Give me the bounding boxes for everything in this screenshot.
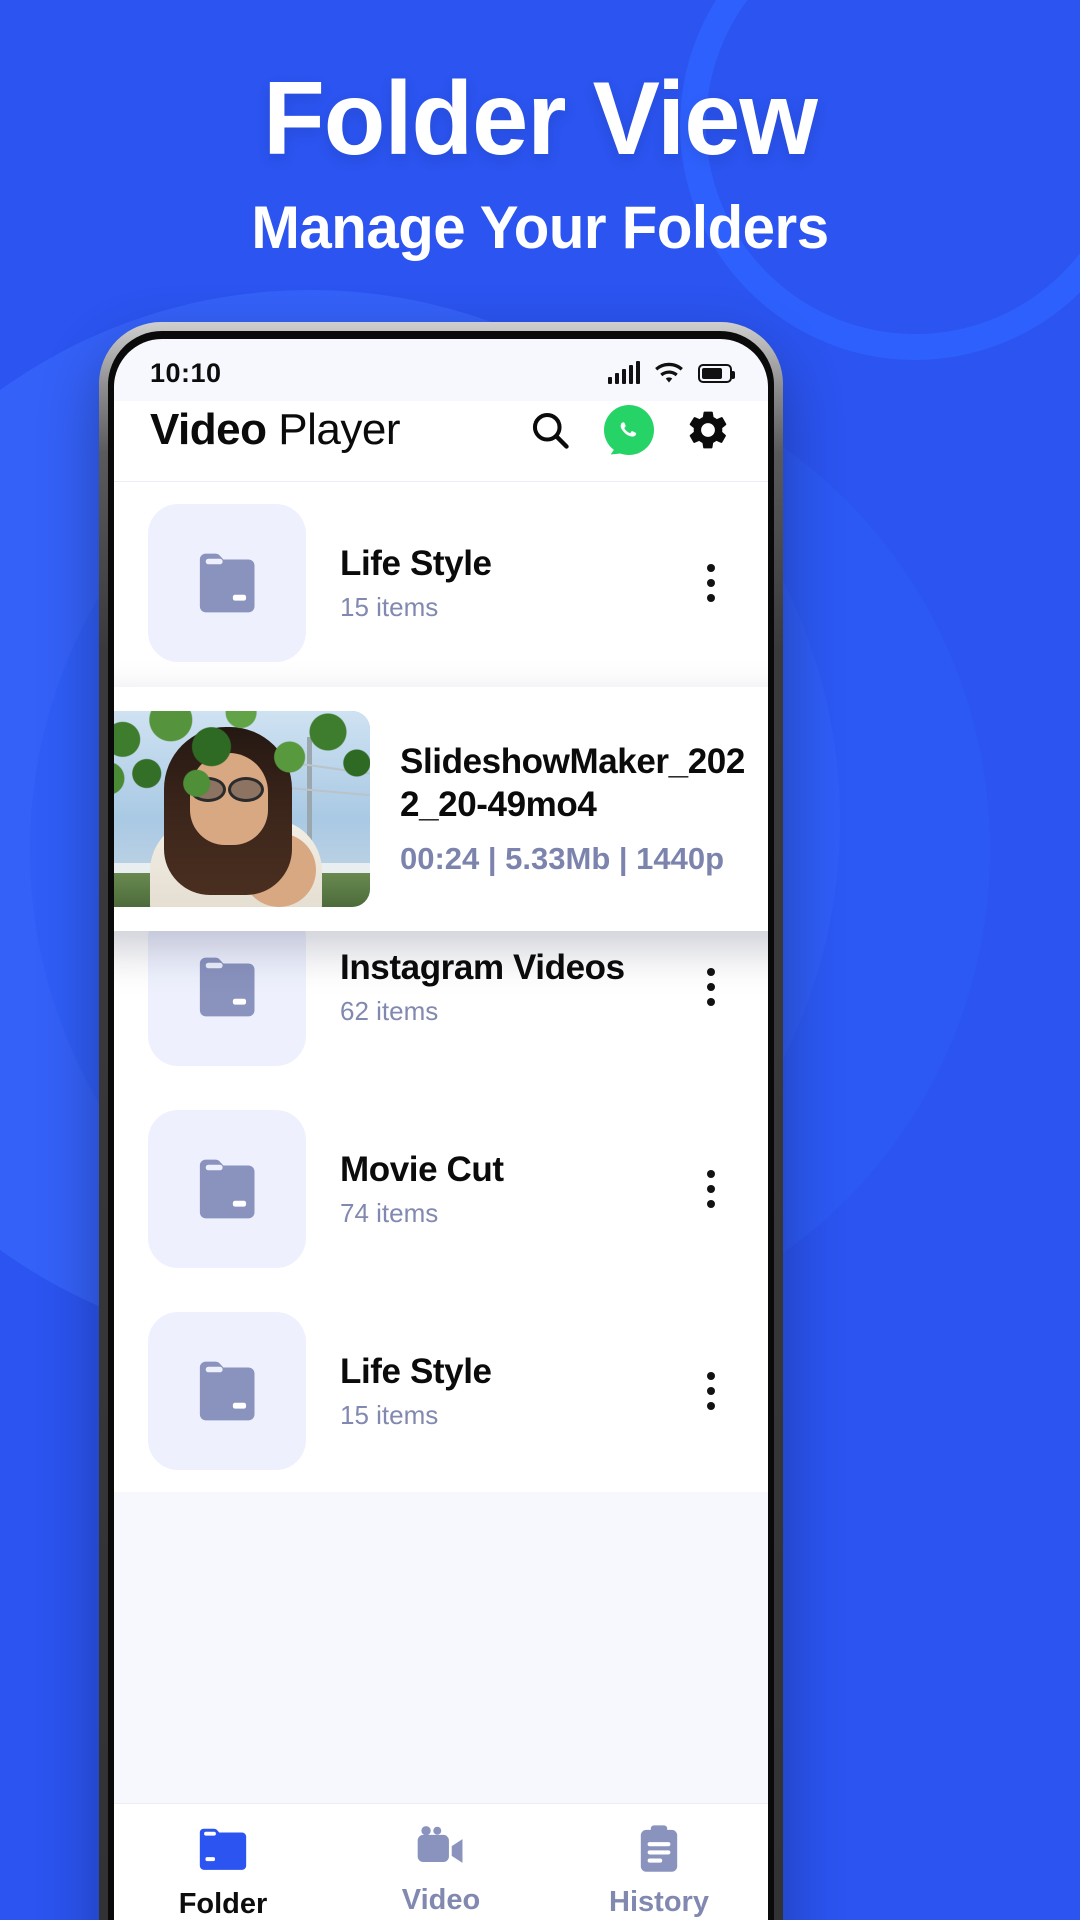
folder-text: Life Style 15 items [340, 1351, 654, 1431]
folder-text: Life Style 15 items [340, 543, 654, 623]
folder-item-count: 15 items [340, 592, 439, 623]
video-card-text: SlideshowMaker_2022_20-49mo4 00:24 | 5.3… [400, 741, 746, 876]
app-header: Video Player [114, 401, 768, 482]
folder-overflow-menu-button[interactable] [688, 558, 734, 608]
folder-item-count: 74 items [340, 1198, 439, 1229]
folder-name: Life Style [340, 543, 492, 583]
video-file-name: SlideshowMaker_2022_20-49mo4 [400, 742, 745, 824]
cellular-signal-icon [607, 361, 640, 384]
promo-text-block: Folder View Manage Your Folders [0, 66, 1080, 259]
folder-list: Life Style 15 items Instagram Videos 62 … [114, 482, 768, 1492]
nav-item-folder[interactable]: Folder [114, 1824, 332, 1920]
bottom-navigation-bar: Folder Video History [114, 1803, 768, 1920]
folder-icon [199, 957, 255, 1017]
nav-label-history: History [609, 1886, 709, 1918]
folder-thumbnail [148, 1110, 306, 1268]
nav-item-video[interactable]: Video [332, 1824, 550, 1917]
history-clipboard-icon [640, 1825, 678, 1872]
folder-item-count: 62 items [340, 996, 439, 1027]
header-action-group [526, 405, 732, 455]
video-file-meta: 00:24 | 5.33Mb | 1440p [400, 840, 725, 876]
folder-text: Movie Cut 74 items [340, 1149, 654, 1229]
status-time: 10:10 [150, 357, 222, 388]
phone-screen: 10:10 Video Player Life Style 15 items I… [114, 339, 768, 1920]
promo-headline: Folder View [263, 61, 818, 177]
folder-name: Life Style [340, 1351, 492, 1391]
folder-thumbnail [148, 908, 306, 1066]
folder-list-item[interactable]: Movie Cut 74 items [114, 1088, 768, 1290]
highlighted-video-card[interactable]: SlideshowMaker_2022_20-49mo4 00:24 | 5.3… [114, 687, 768, 931]
app-title-bold: Video [150, 405, 267, 454]
video-camera-icon [417, 1826, 463, 1863]
folder-thumbnail [148, 1312, 306, 1470]
folder-name: Movie Cut [340, 1149, 504, 1189]
folder-icon [199, 1159, 255, 1219]
phone-bezel: 10:10 Video Player Life Style 15 items I… [108, 331, 774, 1920]
nav-label-folder: Folder [178, 1888, 268, 1920]
folder-list-item[interactable]: Life Style 15 items [114, 482, 768, 684]
status-bar: 10:10 [114, 339, 768, 401]
folder-name: Instagram Videos [340, 947, 625, 987]
settings-button[interactable] [684, 406, 732, 454]
search-icon [532, 412, 569, 449]
video-thumbnail [114, 711, 370, 907]
promo-screenshot: Folder View Manage Your Folders 10:10 Vi… [0, 0, 1080, 1920]
whatsapp-button[interactable] [604, 405, 654, 455]
phone-mockup-frame: 10:10 Video Player Life Style 15 items I… [99, 322, 783, 1920]
folder-icon [199, 553, 255, 613]
search-button[interactable] [526, 406, 574, 454]
folder-icon [199, 1828, 247, 1870]
nav-item-history[interactable]: History [550, 1824, 768, 1919]
folder-text: Instagram Videos 62 items [340, 947, 654, 1027]
wifi-icon [655, 362, 683, 382]
folder-list-item[interactable]: Life Style 15 items [114, 1290, 768, 1492]
whatsapp-icon [620, 422, 637, 437]
folder-overflow-menu-button[interactable] [688, 962, 734, 1012]
folder-item-count: 15 items [340, 1400, 439, 1431]
app-title: Video Player [150, 405, 400, 455]
folder-overflow-menu-button[interactable] [688, 1366, 734, 1416]
folder-overflow-menu-button[interactable] [688, 1164, 734, 1214]
status-icon-group [607, 361, 735, 385]
nav-label-video: Video [401, 1884, 481, 1916]
folder-thumbnail [148, 504, 306, 662]
folder-icon [199, 1361, 255, 1421]
promo-subheadline: Manage Your Folders [251, 194, 829, 262]
app-title-regular: Player [278, 405, 400, 454]
battery-icon [698, 363, 735, 383]
gear-icon [689, 411, 727, 449]
